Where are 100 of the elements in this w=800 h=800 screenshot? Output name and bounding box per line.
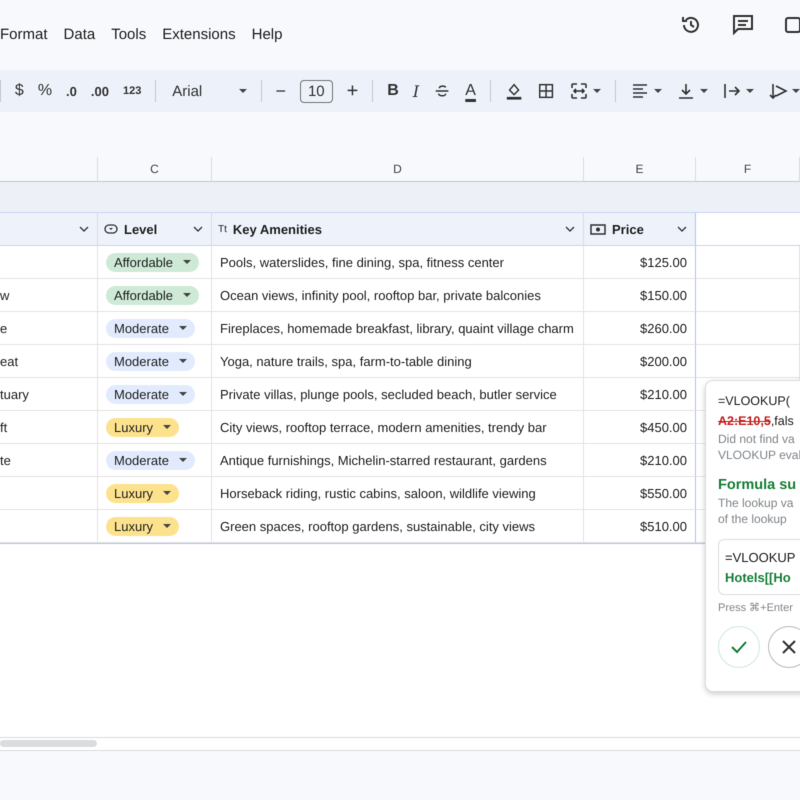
increase-decimal-button[interactable]: .00 <box>90 84 109 98</box>
error-message: Did not find va <box>718 431 796 447</box>
text-rotation-icon[interactable] <box>768 81 788 101</box>
chevron-icon[interactable] <box>565 226 575 232</box>
column-header-cell[interactable] <box>0 157 98 182</box>
empty-cell[interactable] <box>696 279 800 312</box>
level-chip[interactable]: Moderate <box>106 384 195 404</box>
caret-icon <box>792 88 800 94</box>
caret-icon <box>654 88 662 94</box>
table-cell: $125.00 <box>640 254 687 270</box>
reject-button[interactable] <box>768 626 800 668</box>
table-cell: $200.00 <box>640 354 687 368</box>
chevron-icon[interactable] <box>677 226 687 232</box>
caret-icon <box>746 88 754 94</box>
caret-icon <box>163 424 172 430</box>
font-size-field[interactable]: 10 <box>300 80 333 102</box>
empty-cell[interactable] <box>0 477 98 510</box>
vertical-align-icon[interactable] <box>676 81 696 101</box>
column-header: Level <box>124 222 158 236</box>
increase-font-size-button[interactable]: + <box>346 80 358 102</box>
menu-item[interactable]: Extensions <box>154 26 244 42</box>
table-cell: Ocean views, infinity pool, rooftop bar, private balconies <box>220 288 541 302</box>
font-dropdown[interactable]: Arial <box>170 82 247 100</box>
table-cell: Pools, waterslides, fine dining, spa, fitness center <box>220 254 504 270</box>
level-chip[interactable]: Luxury <box>106 418 180 436</box>
menu-item[interactable]: Format <box>0 26 56 42</box>
caret-icon <box>163 524 172 528</box>
column-header: Price <box>612 222 645 236</box>
keyboard-hint: Press ⌘+Enter <box>718 601 794 614</box>
caret-icon <box>178 392 187 396</box>
caret-icon <box>178 458 187 462</box>
column-header: Key Amenities <box>232 222 323 236</box>
caret-icon <box>163 490 172 496</box>
chevron-icon[interactable] <box>79 226 89 232</box>
close-icon <box>781 639 797 655</box>
history-icon[interactable] <box>680 14 702 36</box>
table-cell: Antique furnishings, Michelin-starred restaurant, gardens <box>220 452 547 468</box>
formula-text: =VLOOKUP( <box>718 393 791 410</box>
column-letter[interactable]: F <box>744 162 752 176</box>
menu-item[interactable]: Tools <box>103 26 154 42</box>
description-text: of the lookup <box>718 511 788 527</box>
column-letter[interactable]: E <box>635 162 644 176</box>
table-cell: te <box>0 452 11 468</box>
level-chip[interactable]: Luxury <box>106 484 180 502</box>
accept-button[interactable] <box>718 626 760 668</box>
menu-item[interactable]: Help <box>244 26 290 42</box>
caret-icon <box>183 292 192 298</box>
table-cell: $210.00 <box>640 386 687 402</box>
table-cell: e <box>0 320 8 336</box>
column-letter[interactable]: C <box>150 162 159 176</box>
banknote-icon <box>590 224 606 234</box>
table-cell: w <box>0 288 10 302</box>
level-chip[interactable]: Luxury <box>106 516 180 536</box>
empty-cell[interactable] <box>696 246 800 279</box>
empty-cell[interactable] <box>696 345 800 378</box>
borders-icon[interactable] <box>536 81 556 101</box>
text-wrap-icon[interactable] <box>722 81 742 101</box>
caret-icon <box>238 88 247 94</box>
bold-button[interactable]: B <box>387 82 399 100</box>
dropdown-chip-icon <box>104 224 118 234</box>
decrease-decimal-button[interactable]: .0 <box>66 84 77 98</box>
table-cell: $210.00 <box>640 452 687 468</box>
caret-icon <box>183 260 192 264</box>
more-formats-button[interactable]: 123 <box>122 85 142 97</box>
empty-cell[interactable] <box>0 246 98 279</box>
menu-item[interactable]: Data <box>56 26 104 42</box>
table-cell: $260.00 <box>640 320 687 336</box>
fill-color-icon[interactable] <box>504 81 523 101</box>
table-cell: $150.00 <box>640 288 687 302</box>
table-cell: $550.00 <box>640 486 687 500</box>
currency-button[interactable]: $ <box>14 82 24 100</box>
popup-title: Formula su <box>718 477 798 493</box>
text-color-button[interactable]: A <box>465 82 476 100</box>
text-type-icon: Tt <box>218 224 227 234</box>
level-chip[interactable]: Affordable <box>106 286 200 304</box>
align-left-icon[interactable] <box>630 81 650 101</box>
table-cell: tuary <box>0 386 29 402</box>
caret-icon <box>178 358 187 364</box>
level-chip[interactable]: Affordable <box>106 252 200 272</box>
description-text: The lookup va <box>718 495 794 511</box>
merge-cells-icon[interactable] <box>569 81 590 101</box>
comment-icon[interactable] <box>732 14 754 36</box>
suggested-formula-box: =VLOOKUP Hotels[[Ho <box>718 539 800 595</box>
table-cell: ft <box>0 420 8 434</box>
table-cell: Private villas, plunge pools, secluded beach, butler service <box>220 386 557 402</box>
empty-cell[interactable] <box>696 312 800 345</box>
formula-text: A2:E10,5,fals <box>718 413 795 430</box>
table-cell: Horseback riding, rustic cabins, saloon, wildlife viewing <box>220 486 536 500</box>
percent-button[interactable]: % <box>38 82 52 100</box>
level-chip[interactable]: Moderate <box>106 450 195 470</box>
level-chip[interactable]: Moderate <box>106 318 195 338</box>
level-chip[interactable]: Moderate <box>106 352 195 370</box>
error-message: VLOOKUP eval <box>718 447 800 463</box>
column-letter[interactable]: D <box>393 162 402 176</box>
check-icon <box>730 640 748 654</box>
chevron-icon[interactable] <box>193 226 203 232</box>
scrollbar-thumb[interactable] <box>0 740 97 747</box>
caret-icon <box>593 88 602 94</box>
italic-button[interactable]: I <box>412 82 420 100</box>
decrease-font-size-button[interactable]: − <box>275 80 286 102</box>
